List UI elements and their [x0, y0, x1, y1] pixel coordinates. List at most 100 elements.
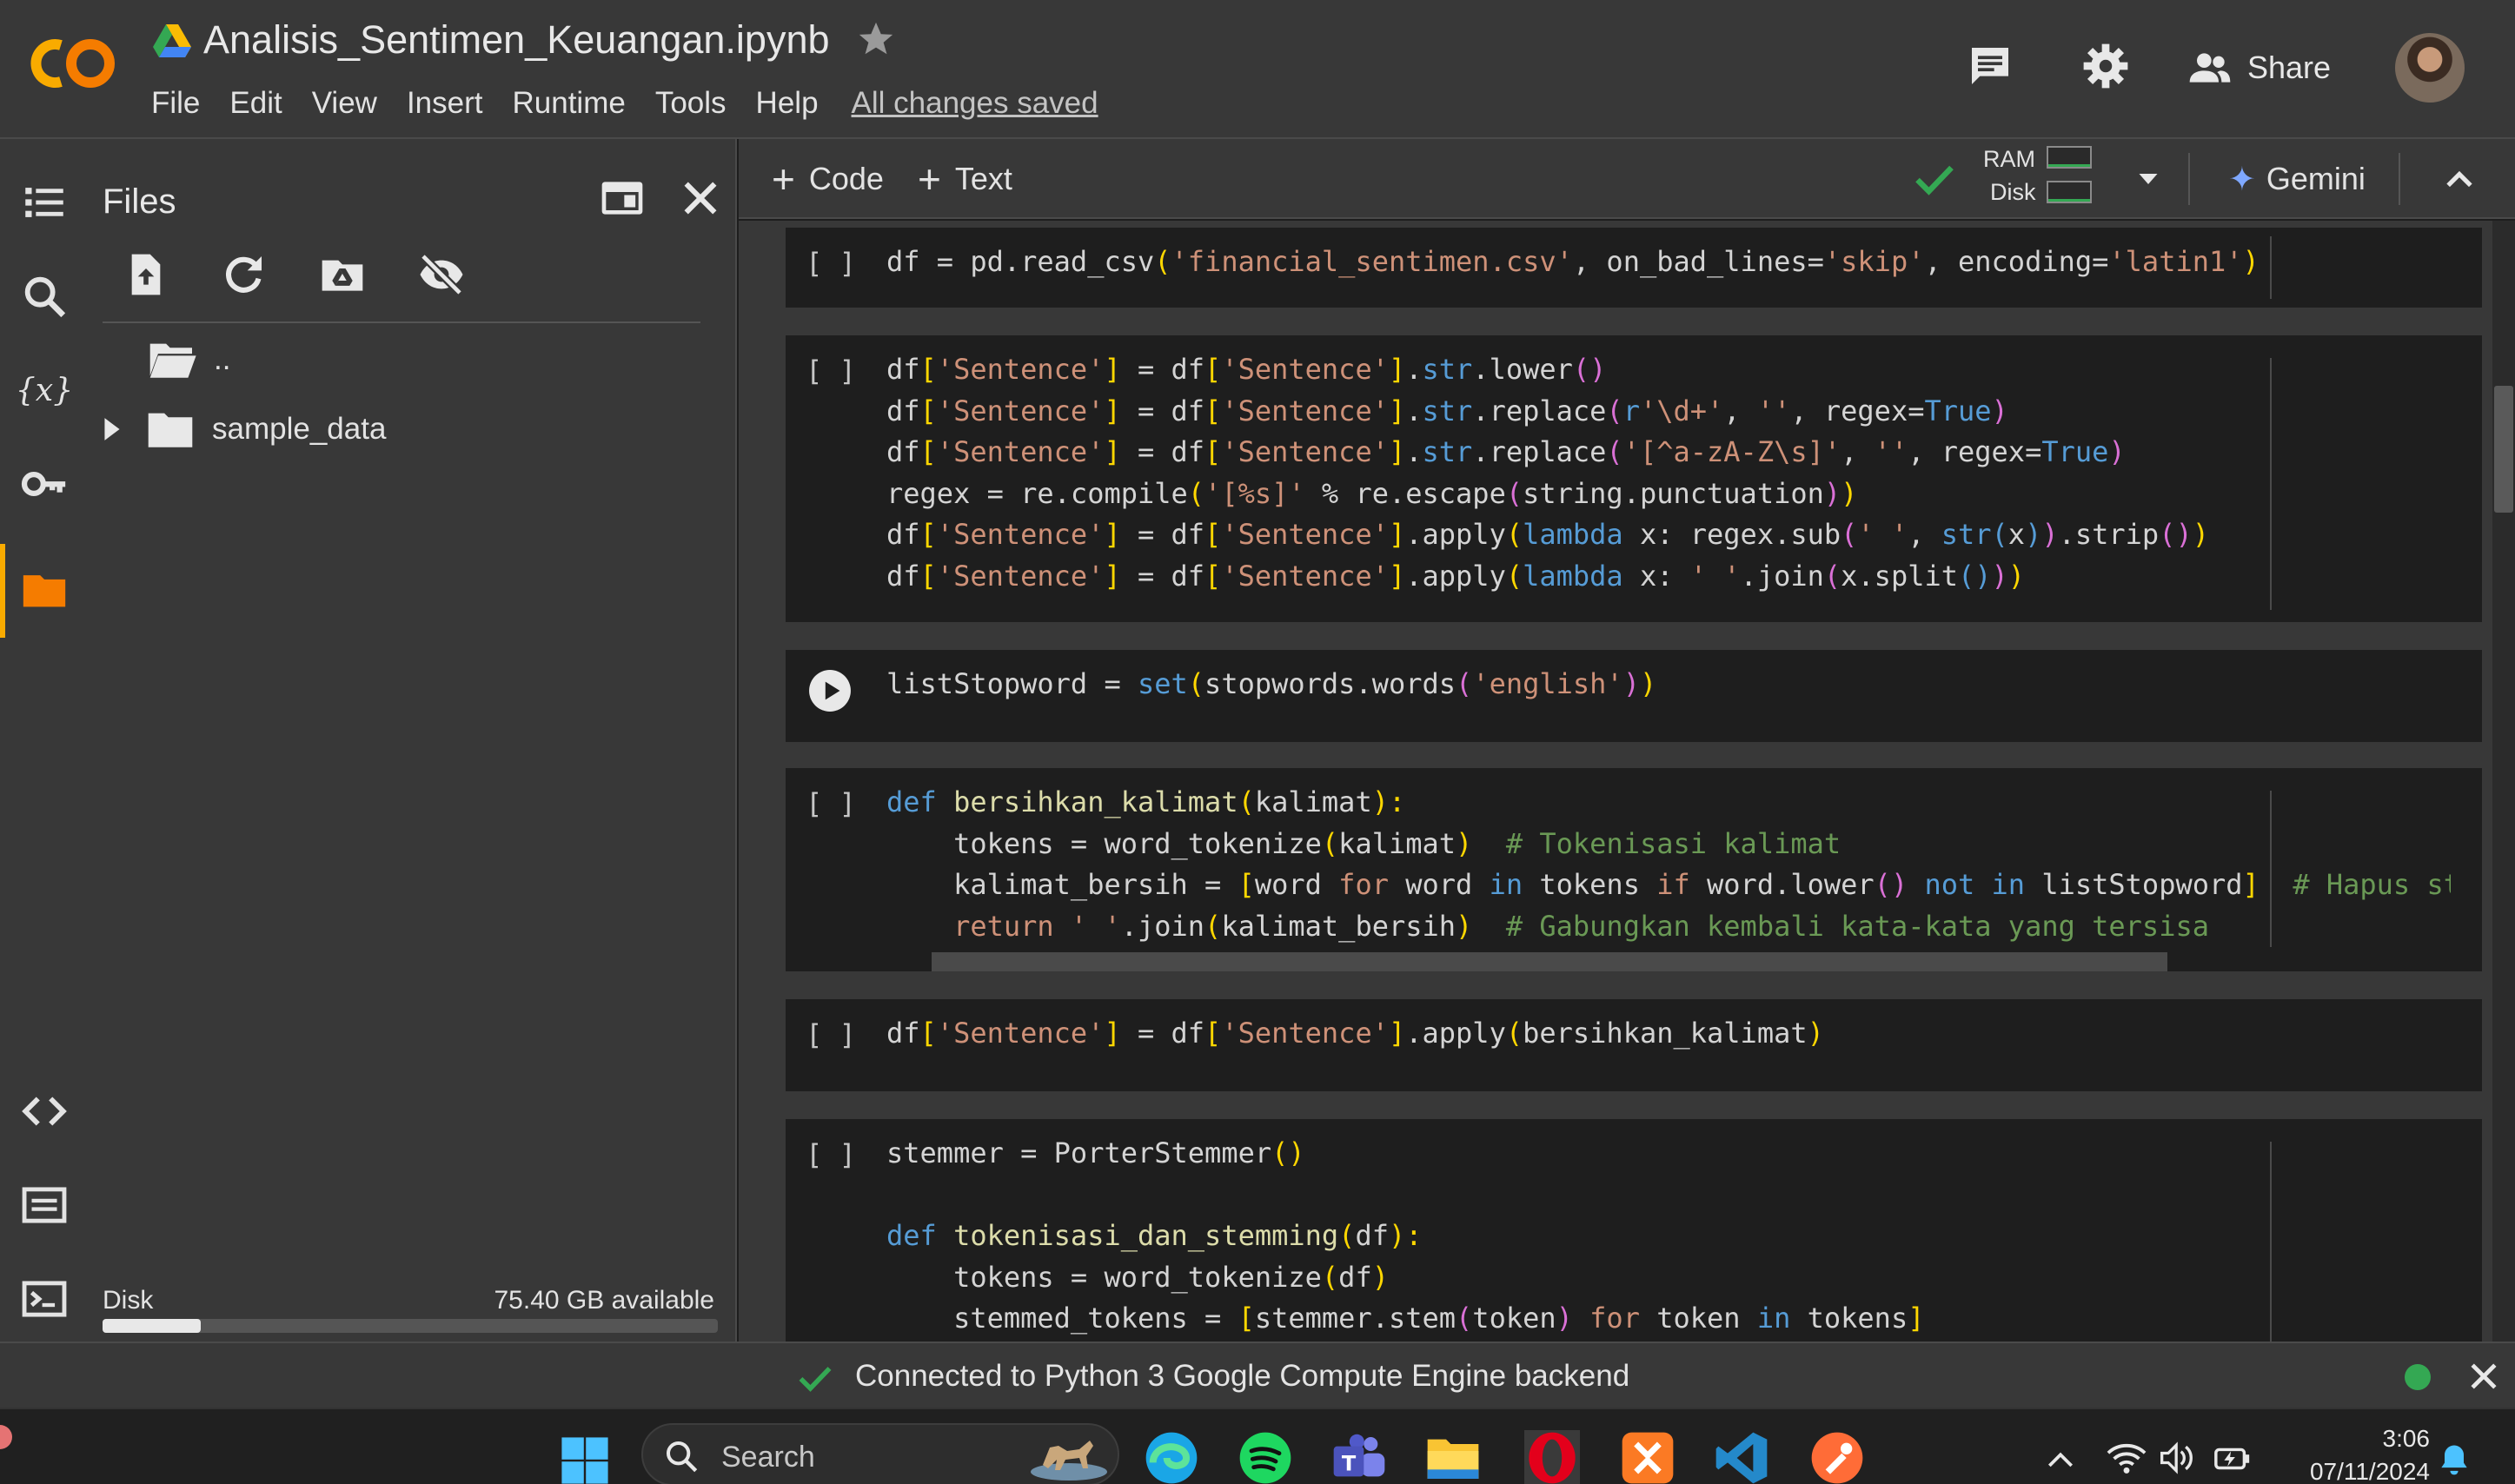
- command-palette-icon[interactable]: [19, 1180, 70, 1230]
- comment-icon[interactable]: [1966, 42, 2014, 90]
- code-line[interactable]: df['Sentence'] = df['Sentence'].apply(be…: [886, 1013, 2451, 1055]
- cell-code[interactable]: def bersihkan_kalimat(kalimat): tokens =…: [886, 782, 2451, 947]
- secrets-key-icon[interactable]: [19, 459, 70, 509]
- terminal-icon[interactable]: [19, 1274, 70, 1324]
- code-line[interactable]: df['Sentence'] = df['Sentence'].apply(la…: [886, 556, 2451, 598]
- close-icon[interactable]: [676, 174, 725, 222]
- code-cell[interactable]: [ ] def bersihkan_kalimat(kalimat): toke…: [786, 768, 2482, 971]
- wifi-icon[interactable]: [2107, 1441, 2147, 1475]
- code-line[interactable]: df['Sentence'] = df['Sentence'].str.repl…: [886, 391, 2451, 433]
- avatar[interactable]: [2395, 33, 2465, 103]
- saved-status[interactable]: All changes saved: [852, 86, 1098, 121]
- code-line[interactable]: def tokenisasi_dan_stemming(df):: [886, 1216, 2451, 1257]
- code-line[interactable]: regex = re.compile('[%s]' % re.escape(st…: [886, 474, 2451, 515]
- code-cell[interactable]: [ ] df['Sentence'] = df['Sentence'].str.…: [786, 335, 2482, 622]
- opera-icon[interactable]: [1524, 1430, 1580, 1484]
- code-line[interactable]: df['Sentence'] = df['Sentence'].str.repl…: [886, 432, 2451, 474]
- chevron-up-icon[interactable]: [2044, 1446, 2077, 1472]
- cell-execution-count[interactable]: [ ]: [786, 1018, 876, 1051]
- search-icon[interactable]: [19, 271, 70, 321]
- horizontal-scrollbar[interactable]: [932, 952, 2167, 971]
- connected-check-icon[interactable]: [1912, 156, 1957, 202]
- variables-icon[interactable]: {x}: [19, 365, 70, 415]
- menu-file[interactable]: File: [151, 86, 200, 121]
- tree-item-sample-data[interactable]: sample_data: [103, 405, 386, 454]
- spotify-icon[interactable]: [1238, 1430, 1293, 1484]
- xampp-icon[interactable]: [1620, 1430, 1676, 1484]
- cell-execution-count[interactable]: [ ]: [786, 354, 876, 388]
- code-line[interactable]: stemmer = PorterStemmer(): [886, 1133, 2451, 1175]
- upload-file-icon[interactable]: [122, 250, 170, 299]
- menu-view[interactable]: View: [312, 86, 377, 121]
- clock-date[interactable]: 07/11/2024: [2284, 1458, 2430, 1484]
- vscode-icon[interactable]: [1714, 1430, 1769, 1484]
- code-cell[interactable]: [ ] df = pd.read_csv('financial_sentimen…: [786, 228, 2482, 308]
- add-code-button[interactable]: + Code: [772, 156, 884, 202]
- code-snippets-icon[interactable]: [19, 1086, 70, 1136]
- notification-bell-icon[interactable]: [2435, 1441, 2473, 1479]
- ram-meter[interactable]: [2047, 146, 2092, 169]
- menu-tools[interactable]: Tools: [655, 86, 727, 121]
- edge-icon[interactable]: [1144, 1430, 1199, 1484]
- code-line[interactable]: df = pd.read_csv('financial_sentimen.csv…: [886, 242, 2451, 283]
- star-icon[interactable]: [856, 19, 896, 59]
- code-line[interactable]: listStopword = set(stopwords.words('engl…: [886, 664, 2451, 706]
- folder-icon[interactable]: [19, 565, 70, 615]
- cell-execution-count[interactable]: [ ]: [786, 247, 876, 280]
- battery-charging-icon[interactable]: [2213, 1441, 2253, 1475]
- hide-files-icon[interactable]: [417, 250, 466, 299]
- colab-logo[interactable]: [26, 33, 122, 94]
- expand-arrow-icon[interactable]: [103, 416, 122, 442]
- notebook-title[interactable]: Analisis_Sentimen_Keuangan.ipynb: [203, 17, 830, 63]
- taskbar-search[interactable]: Search: [641, 1423, 1119, 1484]
- disk-meter[interactable]: [2047, 181, 2092, 203]
- cell-code[interactable]: listStopword = set(stopwords.words('engl…: [886, 664, 2451, 706]
- cell-code[interactable]: df['Sentence'] = df['Sentence'].apply(be…: [886, 1013, 2451, 1055]
- code-cell[interactable]: listStopword = set(stopwords.words('engl…: [786, 650, 2482, 742]
- cell-code[interactable]: df['Sentence'] = df['Sentence'].str.lowe…: [886, 349, 2451, 598]
- widget-icon[interactable]: [0, 1425, 12, 1449]
- chevron-up-icon[interactable]: [2440, 160, 2479, 198]
- gemini-button[interactable]: ✦ Gemini: [2228, 156, 2366, 202]
- run-cell-icon[interactable]: [808, 669, 852, 712]
- code-line[interactable]: return ' '.join(kalimat_bersih) # Gabung…: [886, 906, 2451, 948]
- code-line[interactable]: stemmed_tokens = [stemmer.stem(token) fo…: [886, 1298, 2451, 1340]
- code-line[interactable]: df['Sentence'] = df['Sentence'].str.lowe…: [886, 349, 2451, 391]
- postman-icon[interactable]: [1809, 1430, 1865, 1484]
- cell-execution-count[interactable]: [ ]: [786, 1138, 876, 1171]
- menu-runtime[interactable]: Runtime: [513, 86, 626, 121]
- menu-insert[interactable]: Insert: [407, 86, 483, 121]
- disk-meter-fill: [2048, 199, 2090, 202]
- code-line[interactable]: [886, 1175, 2451, 1216]
- code-line[interactable]: tokens = word_tokenize(kalimat) # Tokeni…: [886, 824, 2451, 865]
- chevron-down-icon[interactable]: [2129, 163, 2167, 195]
- windows-start-icon[interactable]: [560, 1435, 610, 1484]
- add-text-button[interactable]: + Text: [918, 156, 1012, 202]
- open-in-tab-icon[interactable]: [598, 174, 647, 222]
- code-line[interactable]: tokens = word_tokenize(df): [886, 1257, 2451, 1299]
- code-line[interactable]: kalimat_bersih = [word for word in token…: [886, 865, 2451, 906]
- cell-code[interactable]: df = pd.read_csv('financial_sentimen.csv…: [886, 242, 2451, 283]
- vertical-scrollbar[interactable]: [2492, 221, 2515, 1342]
- code-cell[interactable]: [ ] df['Sentence'] = df['Sentence'].appl…: [786, 999, 2482, 1091]
- volume-icon[interactable]: [2159, 1441, 2197, 1475]
- cell-code[interactable]: stemmer = PorterStemmer() def tokenisasi_…: [886, 1133, 2451, 1340]
- menu-help[interactable]: Help: [756, 86, 819, 121]
- code-line[interactable]: df['Sentence'] = df['Sentence'].apply(la…: [886, 514, 2451, 556]
- share-button[interactable]: Share: [2188, 42, 2331, 94]
- tree-item-parent[interactable]: ..: [148, 335, 230, 384]
- menu-edit[interactable]: Edit: [229, 86, 282, 121]
- settings-icon[interactable]: [2080, 41, 2131, 91]
- mount-drive-icon[interactable]: [318, 250, 367, 299]
- cell-execution-count[interactable]: [ ]: [786, 787, 876, 820]
- drive-icon[interactable]: [153, 23, 191, 57]
- code-cell[interactable]: [ ] stemmer = PorterStemmer() def tokenis…: [786, 1119, 2482, 1342]
- scrollbar-thumb[interactable]: [2494, 386, 2513, 513]
- file-explorer-icon[interactable]: [1425, 1430, 1481, 1484]
- table-of-contents-icon[interactable]: [19, 177, 70, 228]
- close-icon[interactable]: [2465, 1357, 2503, 1395]
- teams-icon[interactable]: T: [1331, 1430, 1387, 1484]
- clock-time[interactable]: 3:06: [2346, 1425, 2431, 1453]
- refresh-icon[interactable]: [219, 250, 268, 299]
- code-line[interactable]: def bersihkan_kalimat(kalimat):: [886, 782, 2451, 824]
